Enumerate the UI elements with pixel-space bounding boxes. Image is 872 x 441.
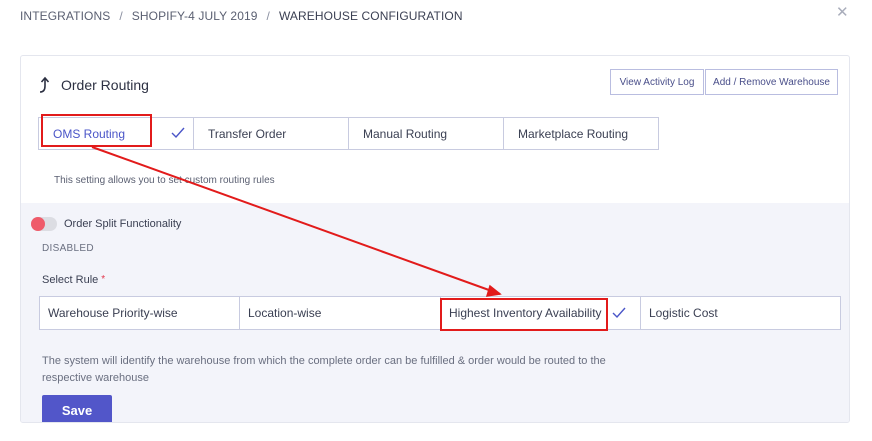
breadcrumb-current: WAREHOUSE CONFIGURATION xyxy=(278,9,463,23)
breadcrumb: INTEGRATIONS / SHOPIFY-4 JULY 2019 / WAREHOU… xyxy=(20,9,463,23)
breadcrumb-separator: / xyxy=(119,9,123,23)
order-routing-card: Order Routing View Activity Log Add / Re… xyxy=(20,55,850,423)
breadcrumb-separator: / xyxy=(266,9,270,23)
save-button[interactable]: Save xyxy=(42,395,112,422)
order-split-label: Order Split Functionality xyxy=(64,218,182,230)
tab-label: Manual Routing xyxy=(363,126,448,141)
rule-options: Warehouse Priority-wise Location-wise Hi… xyxy=(39,296,841,330)
add-remove-warehouse-button[interactable]: Add / Remove Warehouse xyxy=(705,69,838,95)
breadcrumb-integrations[interactable]: INTEGRATIONS xyxy=(20,9,110,23)
breadcrumb-shopify[interactable]: SHOPIFY-4 JULY 2019 xyxy=(132,9,258,23)
rule-label: Logistic Cost xyxy=(649,306,718,320)
rule-highest-inventory[interactable]: Highest Inventory Availability xyxy=(440,296,641,330)
tab-transfer-order[interactable]: Transfer Order xyxy=(193,117,349,150)
tab-marketplace-routing[interactable]: Marketplace Routing xyxy=(503,117,659,150)
rule-description: The system will identify the warehouse f… xyxy=(42,355,606,384)
rule-label: Location-wise xyxy=(248,306,322,320)
oms-routing-panel: Order Split Functionality DISABLED Selec… xyxy=(21,203,849,422)
rule-location-wise[interactable]: Location-wise xyxy=(239,296,441,330)
check-icon xyxy=(171,127,185,139)
routing-help-text: This setting allows you to set custom ro… xyxy=(54,175,275,186)
tab-label: Transfer Order xyxy=(208,126,287,141)
tab-oms-routing[interactable]: OMS Routing xyxy=(38,117,194,150)
view-activity-log-button[interactable]: View Activity Log xyxy=(610,69,704,95)
tab-label: Marketplace Routing xyxy=(518,126,629,141)
order-split-toggle[interactable] xyxy=(31,217,57,231)
rule-logistic-cost[interactable]: Logistic Cost xyxy=(640,296,841,330)
toggle-knob xyxy=(31,217,45,231)
warehouse-configuration-page: INTEGRATIONS / SHOPIFY-4 JULY 2019 / WAREHOU… xyxy=(0,0,872,441)
routing-arrow-icon xyxy=(39,76,50,93)
close-icon[interactable]: ✕ xyxy=(836,5,849,20)
check-icon xyxy=(612,307,626,319)
rule-label: Warehouse Priority-wise xyxy=(48,306,178,320)
card-title: Order Routing xyxy=(38,76,149,94)
tab-manual-routing[interactable]: Manual Routing xyxy=(348,117,504,150)
rule-warehouse-priority[interactable]: Warehouse Priority-wise xyxy=(39,296,240,330)
select-rule-label: Select Rule * xyxy=(42,274,105,286)
rule-label: Highest Inventory Availability xyxy=(449,306,602,320)
tab-label: OMS Routing xyxy=(53,126,126,141)
select-rule-text: Select Rule xyxy=(42,274,99,286)
required-mark: * xyxy=(101,274,106,285)
routing-tabs: OMS Routing Transfer Order Manual Routin… xyxy=(38,117,659,150)
card-title-text: Order Routing xyxy=(61,77,149,93)
order-split-status: DISABLED xyxy=(42,243,94,254)
